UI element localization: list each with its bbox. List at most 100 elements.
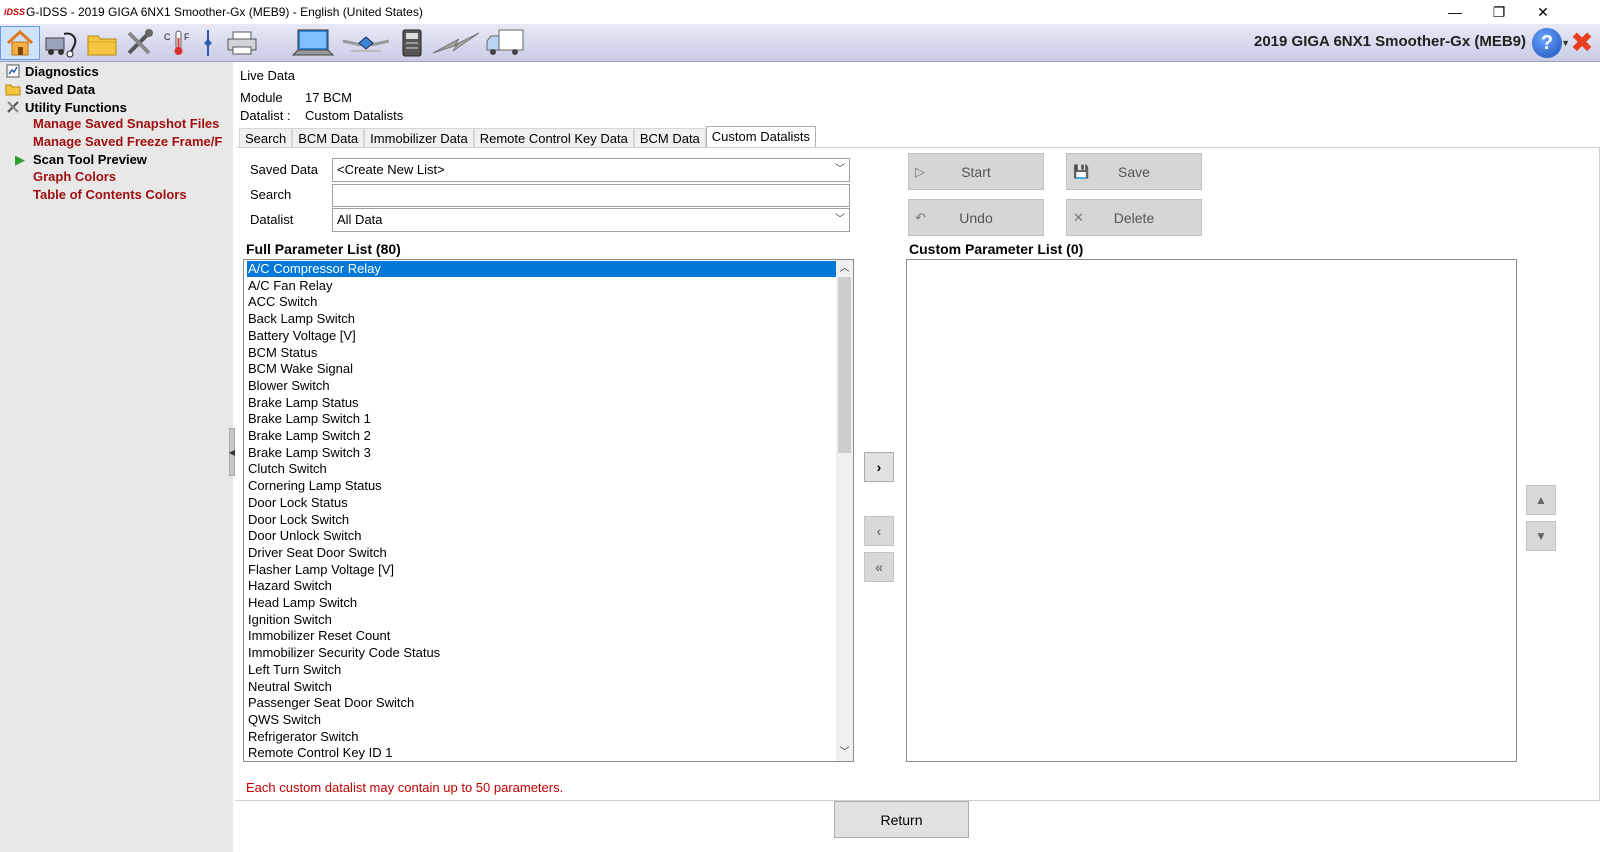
parameter-list-item[interactable]: Remote Control Key ID 1 — [247, 745, 393, 761]
parameter-list-item[interactable]: Brake Lamp Switch 2 — [247, 428, 371, 444]
parameter-list-item[interactable]: Door Unlock Switch — [247, 528, 361, 544]
printer-icon — [227, 31, 257, 55]
parameter-list-item[interactable]: Blower Switch — [247, 378, 330, 394]
tab-bar: Search BCM Data Immobilizer Data Remote … — [239, 126, 817, 148]
home-icon — [6, 29, 34, 56]
search-input[interactable] — [332, 184, 850, 207]
start-button[interactable]: ▷ Start — [908, 153, 1044, 190]
parameter-list-item[interactable]: ACC Switch — [247, 294, 317, 310]
return-button[interactable]: Return — [834, 801, 969, 838]
sidebar-item-diagnostics[interactable]: Diagnostics — [0, 62, 99, 80]
sidebar-subitem-manage-snapshot[interactable]: Manage Saved Snapshot Files — [33, 115, 233, 133]
tab-immobilizer-data[interactable]: Immobilizer Data — [364, 128, 474, 148]
parameter-list-item[interactable]: BCM Status — [247, 345, 317, 361]
datalist-label: Datalist : — [240, 108, 291, 123]
undo-label: Undo — [959, 209, 993, 226]
parameter-list-item[interactable]: Left Turn Switch — [247, 662, 341, 678]
app-logo: iDSS — [4, 7, 26, 17]
vehicle-title: 2019 GIGA 6NX1 Smoother-Gx (MEB9) — [1253, 33, 1526, 50]
custom-parameter-list[interactable] — [906, 259, 1517, 762]
sidebar-subitem-manage-freeze-frame[interactable]: Manage Saved Freeze Frame/F — [33, 133, 233, 151]
play-icon: ▷ — [915, 164, 925, 179]
parameter-list-item[interactable]: Door Lock Status — [247, 495, 348, 511]
satellite-button[interactable] — [340, 26, 392, 60]
parameter-list-item[interactable]: QWS Switch — [247, 712, 321, 728]
sidebar-subitem-graph-colors[interactable]: Graph Colors — [33, 168, 233, 186]
tab-bcm-data-2[interactable]: BCM Data — [633, 128, 706, 148]
parameter-list-item[interactable]: Neutral Switch — [247, 679, 332, 695]
parameter-list-item[interactable]: Battery Voltage [V] — [247, 328, 356, 344]
help-button[interactable]: ? — [1532, 28, 1562, 58]
exit-button[interactable]: ✖ — [1568, 29, 1596, 57]
save-button[interactable]: 💾 Save — [1066, 153, 1202, 190]
laptop-button[interactable] — [290, 26, 336, 60]
parameter-list-item[interactable]: Hazard Switch — [247, 578, 332, 594]
restore-button[interactable]: ❐ — [1476, 0, 1522, 24]
saved-data-select[interactable]: <Create New List> ﹀ — [332, 158, 850, 182]
divider-icon — [204, 30, 212, 56]
full-parameter-list[interactable]: A/C Compressor Relay A/C Fan Relay ACC Swi… — [243, 259, 854, 762]
sidebar-subitem-toc-colors[interactable]: Table of Contents Colors — [33, 186, 233, 204]
parameter-list-item[interactable]: Brake Lamp Status — [247, 395, 359, 411]
parameter-list-item[interactable]: Back Lamp Switch — [247, 311, 355, 327]
remove-parameter-button[interactable]: ‹ — [864, 516, 894, 546]
parameter-list-item[interactable]: Clutch Switch — [247, 461, 327, 477]
divider-handle — [198, 26, 218, 60]
parameter-list-item[interactable]: A/C Compressor Relay — [247, 261, 837, 277]
move-up-button[interactable]: ▲ — [1526, 485, 1556, 515]
minimize-button[interactable]: — — [1432, 0, 1478, 24]
parameter-list-item[interactable]: A/C Fan Relay — [247, 278, 333, 294]
parameter-list-item[interactable]: Driver Seat Door Switch — [247, 545, 387, 561]
parameter-list-item[interactable]: Door Lock Switch — [247, 512, 349, 528]
parameter-list-item[interactable]: Cornering Lamp Status — [247, 478, 382, 494]
folder-icon — [4, 81, 22, 97]
window-titlebar: iDSS G-IDSS - 2019 GIGA 6NX1 Smoother-Gx… — [0, 0, 1600, 24]
scrollbar-thumb[interactable] — [838, 277, 851, 453]
undo-button[interactable]: ↶ Undo — [908, 199, 1044, 236]
sidebar-item-utility-functions[interactable]: Utility Functions — [0, 98, 127, 116]
print-button[interactable] — [222, 26, 262, 60]
parameter-list-item[interactable]: Immobilizer Reset Count — [247, 628, 390, 644]
temperature-convert-button[interactable]: C F — [162, 26, 196, 60]
parameter-list-item[interactable]: Passenger Seat Door Switch — [247, 695, 414, 711]
device-button[interactable] — [396, 26, 428, 60]
add-parameter-button[interactable]: › — [864, 452, 894, 482]
delete-x-icon: ✕ — [1073, 210, 1084, 225]
truck-button[interactable] — [484, 26, 526, 60]
delete-button[interactable]: ✕ Delete — [1066, 199, 1202, 236]
scroll-down-icon[interactable]: ﹀ — [836, 744, 853, 761]
parameter-list-item[interactable]: Immobilizer Security Code Status — [247, 645, 440, 661]
tools-button[interactable] — [122, 26, 158, 60]
scroll-up-icon[interactable]: ︿ — [836, 260, 853, 277]
tab-remote-control-key-data[interactable]: Remote Control Key Data — [473, 128, 634, 148]
sidebar-item-label: Utility Functions — [25, 99, 127, 115]
main-content: Live Data Module 17 BCM Datalist : Custo… — [235, 62, 1600, 852]
parameter-list-item[interactable]: BCM Wake Signal — [247, 361, 353, 377]
move-down-button[interactable]: ▼ — [1526, 521, 1556, 551]
tab-search[interactable]: Search — [239, 128, 293, 148]
sidebar-subitem-scan-tool-preview[interactable]: Scan Tool Preview — [33, 151, 233, 169]
sidebar-item-saved-data[interactable]: Saved Data — [0, 80, 95, 98]
diagnostics-icon — [4, 63, 22, 79]
folder-icon — [87, 35, 117, 56]
datalist-select-label: Datalist — [250, 212, 294, 227]
svg-text:C: C — [164, 32, 171, 42]
full-list-scrollbar[interactable]: ︿ ﹀ — [836, 260, 853, 761]
open-folder-button[interactable] — [84, 26, 120, 60]
close-window-button[interactable]: ✕ — [1520, 0, 1566, 24]
tools-icon — [4, 99, 22, 115]
parameter-list-item[interactable]: Refrigerator Switch — [247, 729, 359, 745]
parameter-list-item[interactable]: Flasher Lamp Voltage [V] — [247, 562, 394, 578]
parameter-list-item[interactable]: Brake Lamp Switch 3 — [247, 445, 371, 461]
sidebar-item-label: Diagnostics — [25, 63, 99, 79]
tab-bcm-data[interactable]: BCM Data — [292, 128, 365, 148]
home-button[interactable] — [0, 26, 40, 60]
tab-custom-datalists[interactable]: Custom Datalists — [705, 126, 817, 148]
flash-button[interactable] — [430, 26, 482, 60]
remove-all-parameters-button[interactable]: « — [864, 552, 894, 582]
parameter-list-item[interactable]: Ignition Switch — [247, 612, 332, 628]
datalist-select[interactable]: All Data ﹀ — [332, 208, 850, 232]
vehicle-diagnose-button[interactable] — [42, 26, 82, 60]
parameter-list-item[interactable]: Brake Lamp Switch 1 — [247, 411, 371, 427]
parameter-list-item[interactable]: Head Lamp Switch — [247, 595, 357, 611]
